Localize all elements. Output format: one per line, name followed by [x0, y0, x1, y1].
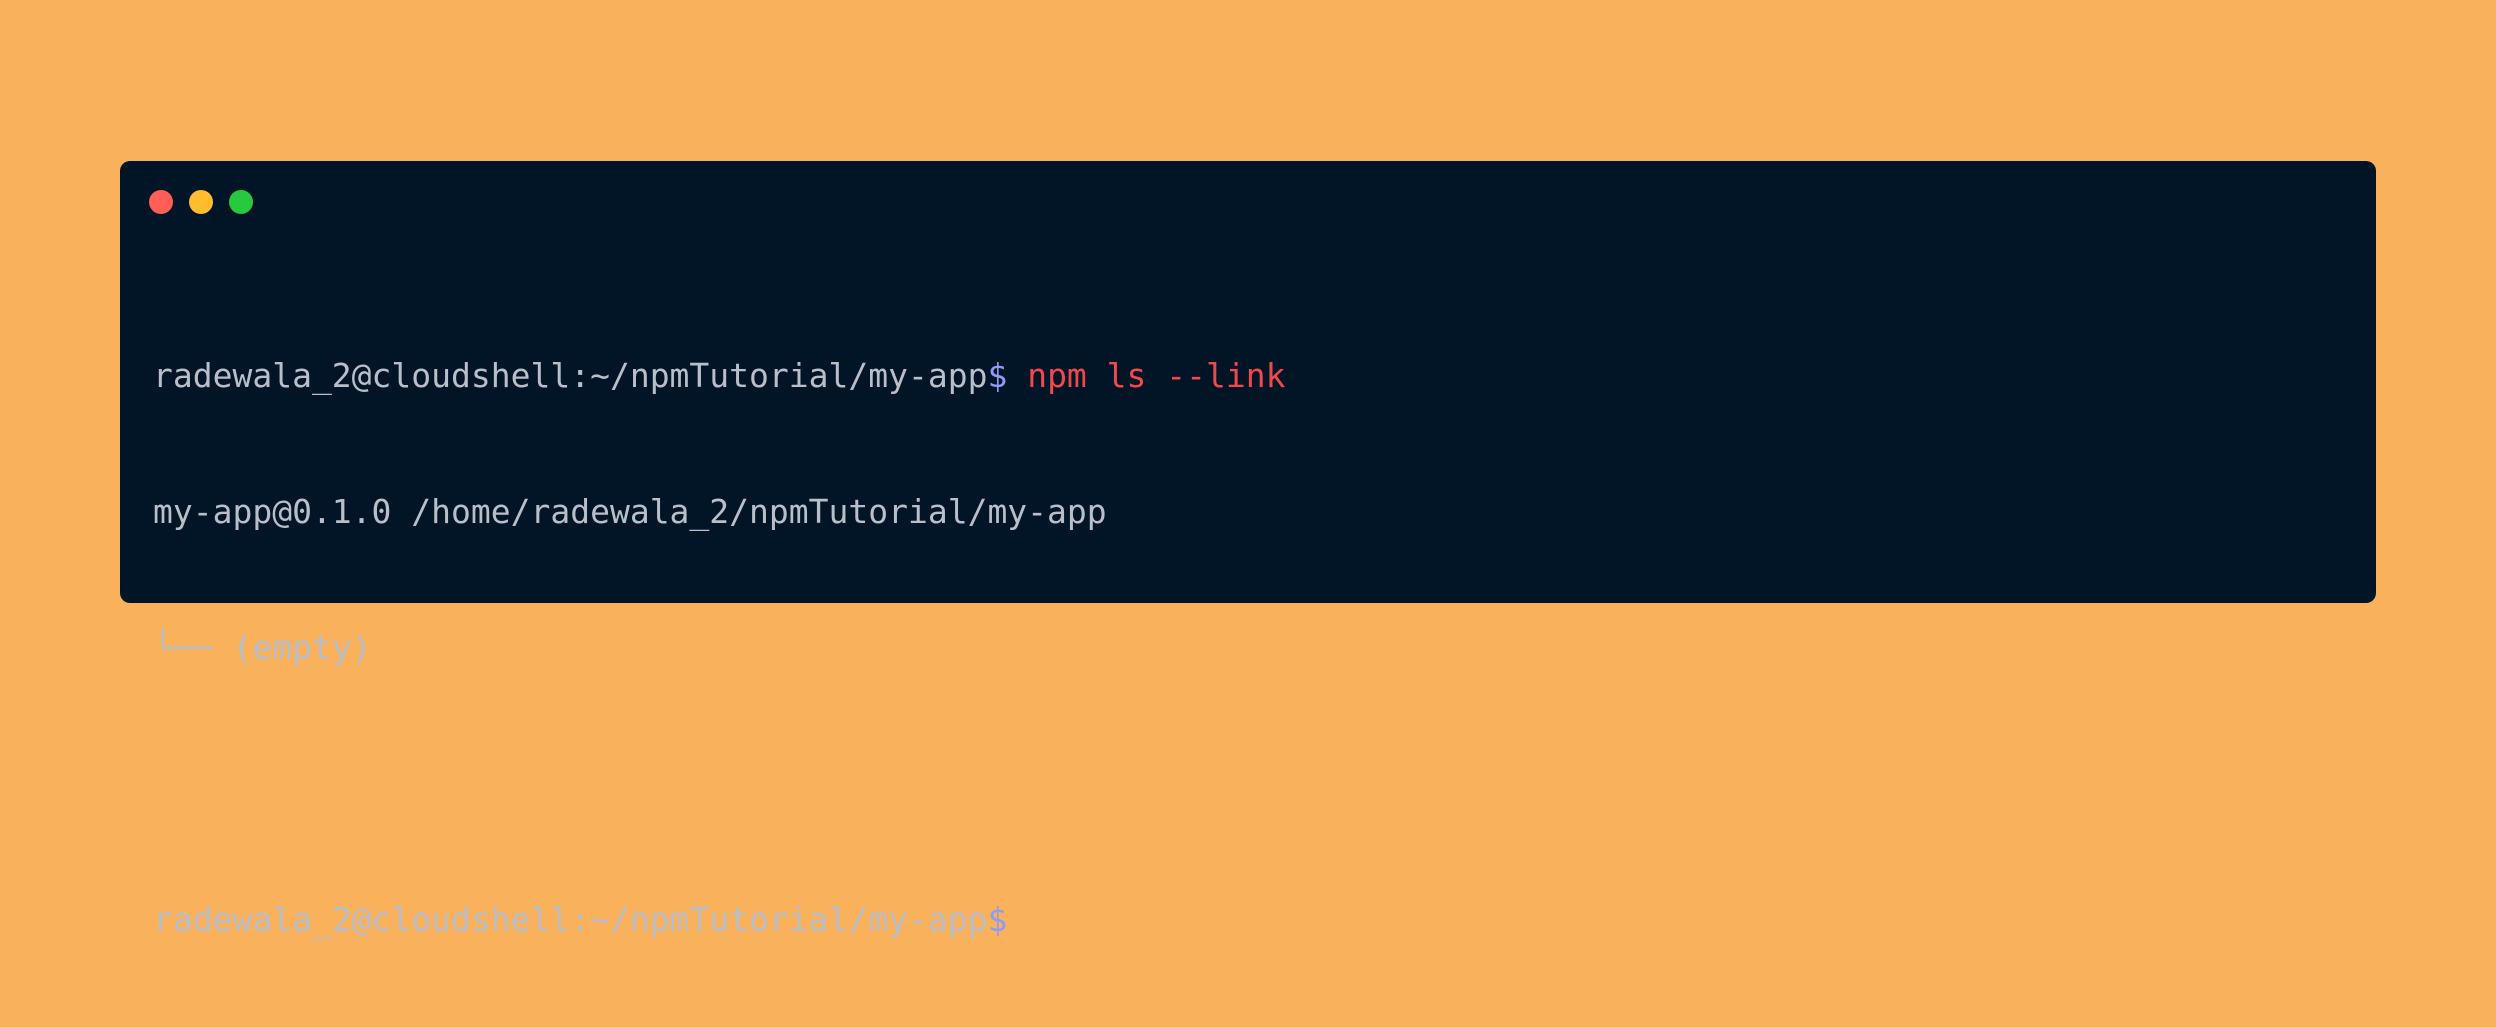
prompt-symbol: $: [987, 356, 1008, 395]
command-line: radewala_2@cloudshell:~/npmTutorial/my-a…: [153, 347, 1285, 405]
prompt-line[interactable]: radewala_2@cloudshell:~/npmTutorial/my-a…: [153, 891, 1285, 949]
terminal-window: radewala_2@cloudshell:~/npmTutorial/my-a…: [120, 161, 2376, 939]
minimize-button[interactable]: [189, 190, 213, 214]
prompt-path: radewala_2@cloudshell:~/npmTutorial/my-a…: [153, 900, 988, 939]
prompt-symbol: $: [987, 900, 1008, 939]
close-button[interactable]: [149, 190, 173, 214]
output-line: my-app@0.1.0 /home/radewala_2/npmTutoria…: [153, 492, 1107, 531]
terminal-output[interactable]: radewala_2@cloudshell:~/npmTutorial/my-a…: [153, 269, 1285, 1027]
command-text: npm ls --link: [1007, 356, 1286, 395]
maximize-button[interactable]: [229, 190, 253, 214]
window-controls: [149, 190, 253, 214]
prompt-path: radewala_2@cloudshell:~/npmTutorial/my-a…: [153, 356, 988, 395]
output-line: └── (empty): [153, 628, 372, 667]
